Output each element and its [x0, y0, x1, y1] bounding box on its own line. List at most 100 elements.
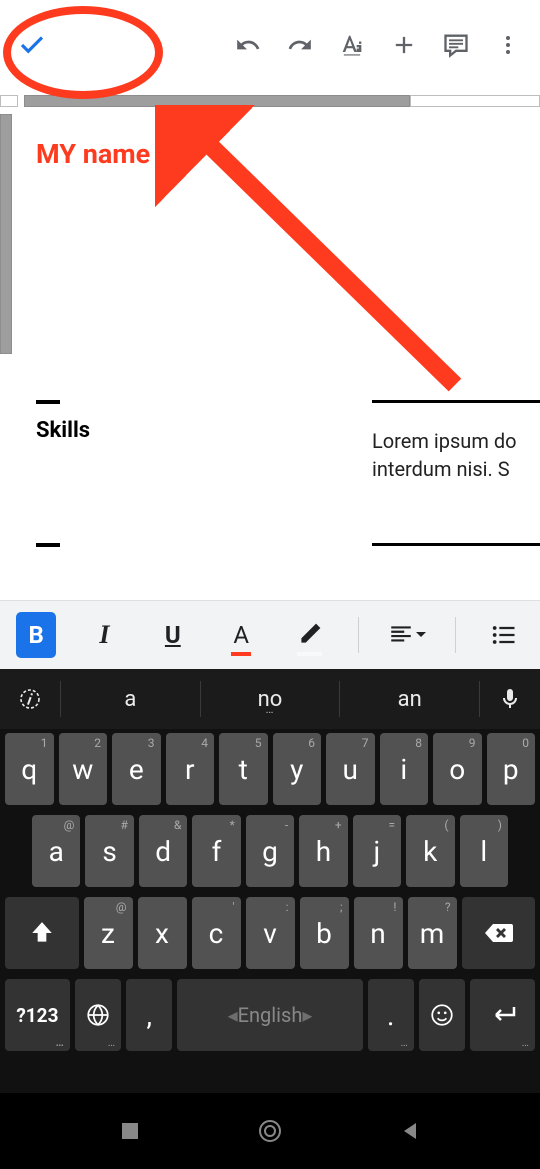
- highlight-icon: [296, 622, 322, 648]
- key-l[interactable]: l): [460, 815, 508, 887]
- insert-button[interactable]: [380, 21, 428, 69]
- confirm-button[interactable]: [8, 21, 56, 69]
- document-page[interactable]: MY name is Skills Lorem ipsum do interdu…: [18, 114, 540, 600]
- section-divider-right: [372, 400, 540, 403]
- key-o[interactable]: o9: [433, 733, 482, 805]
- clipboard-icon: [18, 687, 42, 711]
- section-divider-right-2: [372, 543, 540, 546]
- check-icon: [17, 30, 47, 60]
- italic-button[interactable]: I: [84, 612, 124, 658]
- backspace-icon: [483, 921, 513, 945]
- plus-icon: [390, 31, 418, 59]
- voice-input-button[interactable]: [480, 687, 540, 711]
- body-text-line1[interactable]: Lorem ipsum do: [372, 427, 522, 455]
- vertical-ruler[interactable]: [0, 114, 18, 600]
- list-button[interactable]: [484, 612, 524, 658]
- suggestion-2[interactable]: no: [201, 687, 340, 712]
- key-j[interactable]: j=: [353, 815, 401, 887]
- space-label: English: [238, 1003, 303, 1027]
- key-e[interactable]: e3: [112, 733, 161, 805]
- underline-button[interactable]: U: [153, 612, 193, 658]
- format-divider-1: [358, 617, 359, 653]
- key-w[interactable]: w2: [59, 733, 108, 805]
- align-left-icon: [388, 622, 414, 648]
- align-button[interactable]: [387, 612, 427, 658]
- soft-keyboard: a no an q1w2e3r4t5y6u7i8o9p0 a@s#d&f*g-h…: [0, 669, 540, 1093]
- clipboard-button[interactable]: [0, 687, 60, 711]
- symbols-key[interactable]: ?123: [5, 979, 70, 1051]
- more-vert-icon: [496, 33, 520, 57]
- key-row-3: z@xc'v:b;n!m?: [2, 897, 538, 969]
- key-m[interactable]: m?: [408, 897, 457, 969]
- body-text-line2[interactable]: interdum nisi. S: [372, 455, 522, 483]
- language-key[interactable]: [75, 979, 121, 1051]
- format-toolbar: B I U A: [0, 600, 540, 669]
- key-n[interactable]: n!: [354, 897, 403, 969]
- key-v[interactable]: v:: [246, 897, 295, 969]
- key-q[interactable]: q1: [5, 733, 54, 805]
- key-t[interactable]: t5: [219, 733, 268, 805]
- enter-key[interactable]: [470, 979, 535, 1051]
- key-c[interactable]: c': [192, 897, 241, 969]
- key-row-4: ?123 , ◂English▸ .: [2, 979, 538, 1051]
- space-key[interactable]: ◂English▸: [177, 979, 362, 1051]
- more-button[interactable]: [484, 21, 532, 69]
- key-i[interactable]: i8: [380, 733, 429, 805]
- highlight-button[interactable]: [289, 612, 329, 658]
- key-z[interactable]: z@: [84, 897, 133, 969]
- globe-icon: [85, 1002, 111, 1028]
- text-cursor: [180, 142, 182, 170]
- key-k[interactable]: k(: [406, 815, 454, 887]
- square-icon: [120, 1121, 140, 1141]
- key-g[interactable]: g-: [246, 815, 294, 887]
- redo-button[interactable]: [276, 21, 324, 69]
- dropdown-caret-icon: [416, 630, 426, 640]
- heading-text: MY name is: [36, 138, 178, 170]
- horizontal-ruler[interactable]: [0, 90, 540, 114]
- key-h[interactable]: h+: [299, 815, 347, 887]
- back-button[interactable]: [388, 1109, 432, 1153]
- skills-heading[interactable]: Skills: [36, 418, 342, 443]
- suggestion-bar: a no an: [0, 669, 540, 729]
- suggestion-1[interactable]: a: [61, 687, 200, 712]
- shift-key[interactable]: [5, 897, 79, 969]
- section-divider-left: [36, 400, 60, 404]
- circle-icon: [257, 1118, 283, 1144]
- key-row-2: a@s#d&f*g-h+j=k(l): [2, 815, 538, 887]
- key-a[interactable]: a@: [32, 815, 80, 887]
- document-heading[interactable]: MY name is: [36, 138, 522, 170]
- backspace-key[interactable]: [462, 897, 536, 969]
- home-button[interactable]: [248, 1109, 292, 1153]
- section-divider-left-2: [36, 543, 60, 547]
- text-format-icon: [338, 31, 366, 59]
- shift-icon: [29, 920, 55, 946]
- system-nav-bar: [0, 1093, 540, 1169]
- key-x[interactable]: x: [138, 897, 187, 969]
- suggestion-3[interactable]: an: [340, 687, 479, 712]
- key-u[interactable]: u7: [326, 733, 375, 805]
- key-s[interactable]: s#: [85, 815, 133, 887]
- app-toolbar: [0, 0, 540, 90]
- key-r[interactable]: r4: [166, 733, 215, 805]
- key-p[interactable]: p0: [487, 733, 536, 805]
- recent-apps-button[interactable]: [108, 1109, 152, 1153]
- bullet-list-icon: [490, 621, 518, 649]
- comma-key[interactable]: ,: [126, 979, 172, 1051]
- undo-button[interactable]: [224, 21, 272, 69]
- text-format-button[interactable]: [328, 21, 376, 69]
- key-b[interactable]: b;: [300, 897, 349, 969]
- mic-icon: [498, 687, 522, 711]
- comment-button[interactable]: [432, 21, 480, 69]
- emoji-key[interactable]: [419, 979, 465, 1051]
- key-row-1: q1w2e3r4t5y6u7i8o9p0: [2, 733, 538, 805]
- key-d[interactable]: d&: [139, 815, 187, 887]
- format-divider-2: [455, 617, 456, 653]
- enter-icon: [488, 1003, 518, 1027]
- document-canvas[interactable]: MY name is Skills Lorem ipsum do interdu…: [0, 114, 540, 600]
- bold-button[interactable]: B: [16, 612, 56, 658]
- key-f[interactable]: f*: [192, 815, 240, 887]
- key-y[interactable]: y6: [273, 733, 322, 805]
- text-color-button[interactable]: A: [221, 612, 261, 658]
- emoji-icon: [429, 1002, 455, 1028]
- period-key[interactable]: .: [368, 979, 414, 1051]
